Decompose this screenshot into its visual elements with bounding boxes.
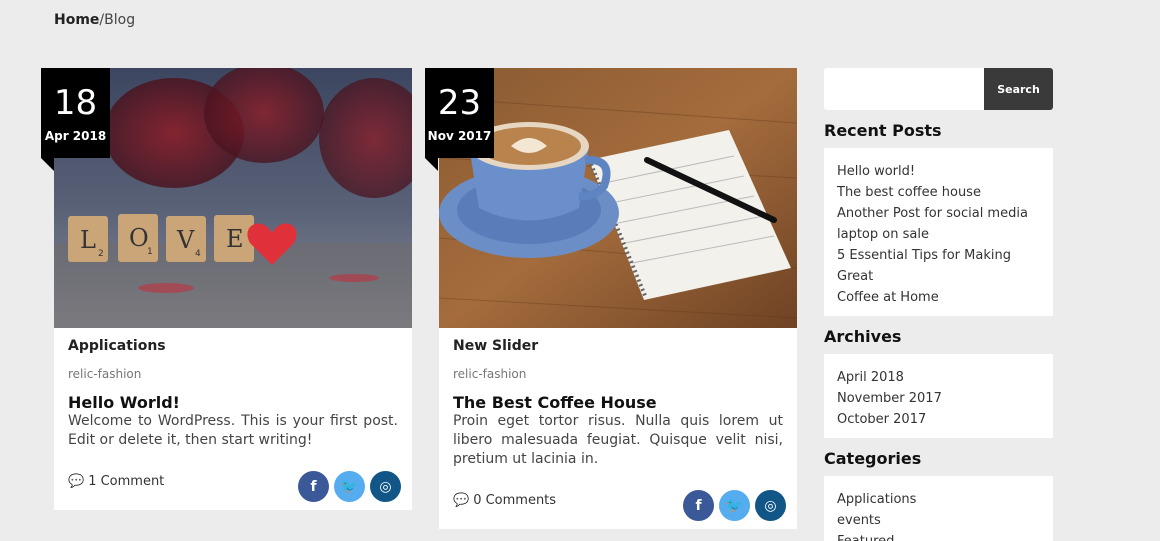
twitter-icon[interactable]: 🐦 — [334, 471, 365, 502]
tile-score: 4 — [195, 249, 201, 259]
categories-list: Applications events Featured — [824, 476, 1053, 541]
post-excerpt: Proin eget tortor risus. Nulla quis lore… — [453, 413, 783, 467]
search-button[interactable]: Search — [984, 68, 1053, 110]
archives-list: April 2018 November 2017 October 2017 — [824, 354, 1053, 438]
tile-letter: V — [176, 226, 195, 254]
social-share: f 🐦 ◎ — [683, 490, 786, 521]
comment-icon: 💬 — [453, 493, 470, 508]
tile-letter: O — [129, 224, 149, 252]
search-input[interactable] — [824, 68, 984, 110]
recent-posts-list: Hello world! The best coffee house Anoth… — [824, 148, 1053, 316]
post-category[interactable]: New Slider — [453, 338, 783, 354]
archives-title: Archives — [824, 327, 902, 346]
date-day: 18 — [53, 83, 98, 123]
post-author[interactable]: relic-fashion — [453, 367, 783, 381]
instagram-icon[interactable]: ◎ — [370, 471, 401, 502]
post-excerpt: Welcome to WordPress. This is your first… — [68, 413, 398, 448]
archive-link[interactable]: October 2017 — [837, 409, 1040, 430]
categories-title: Categories — [824, 449, 922, 468]
date-badge-fold — [41, 158, 54, 171]
breadcrumb: Home/Blog — [54, 12, 135, 28]
recent-posts-title: Recent Posts — [824, 121, 942, 140]
recent-post-link[interactable]: Another Post for social media — [837, 203, 1040, 224]
date-month: Apr 2018 — [44, 129, 107, 143]
post-title[interactable]: The Best Coffee House — [453, 393, 783, 412]
recent-post-link[interactable]: Hello world! — [837, 161, 1040, 182]
date-month: Nov 2017 — [427, 129, 492, 143]
twitter-icon[interactable]: 🐦 — [719, 490, 750, 521]
sidebar: Search Recent Posts Hello world! The bes… — [824, 68, 1053, 541]
breadcrumb-current: Blog — [104, 12, 136, 28]
post-body: New Slider relic-fashion The Best Coffee… — [453, 338, 783, 469]
recent-post-link[interactable]: Coffee at Home — [837, 287, 1040, 308]
comments-count: 1 Comment — [88, 474, 165, 489]
date-badge: 18 Apr 2018 — [41, 68, 110, 158]
breadcrumb-home-link[interactable]: Home — [54, 12, 99, 28]
archive-link[interactable]: November 2017 — [837, 388, 1040, 409]
post-author[interactable]: relic-fashion — [68, 367, 398, 381]
comment-icon: 💬 — [68, 474, 85, 489]
date-badge: 23 Nov 2017 — [425, 68, 494, 158]
post-body: Applications relic-fashion Hello World! … — [68, 338, 398, 450]
facebook-icon[interactable]: f — [683, 490, 714, 521]
date-badge-fold — [425, 158, 438, 171]
recent-post-link[interactable]: 5 Essential Tips for Making Great — [837, 245, 1040, 287]
category-link[interactable]: events — [837, 510, 1040, 531]
facebook-icon[interactable]: f — [298, 471, 329, 502]
post-title[interactable]: Hello World! — [68, 393, 398, 412]
date-day: 23 — [437, 83, 482, 123]
tile-letter: L — [80, 226, 96, 254]
tile-score: 1 — [147, 247, 153, 257]
category-link[interactable]: Featured — [837, 531, 1040, 541]
social-share: f 🐦 ◎ — [298, 471, 401, 502]
comments-count: 0 Comments — [473, 493, 557, 508]
comments-link[interactable]: 💬 1 Comment — [68, 474, 164, 489]
category-link[interactable]: Applications — [837, 489, 1040, 510]
recent-post-link[interactable]: laptop on sale — [837, 224, 1040, 245]
recent-post-link[interactable]: The best coffee house — [837, 182, 1040, 203]
archive-link[interactable]: April 2018 — [837, 367, 1040, 388]
post-category[interactable]: Applications — [68, 338, 398, 354]
tile-score: 2 — [98, 249, 104, 259]
instagram-icon[interactable]: ◎ — [755, 490, 786, 521]
search-form: Search — [824, 68, 1053, 110]
tile-letter: E — [226, 225, 244, 253]
comments-link[interactable]: 💬 0 Comments — [453, 493, 556, 508]
